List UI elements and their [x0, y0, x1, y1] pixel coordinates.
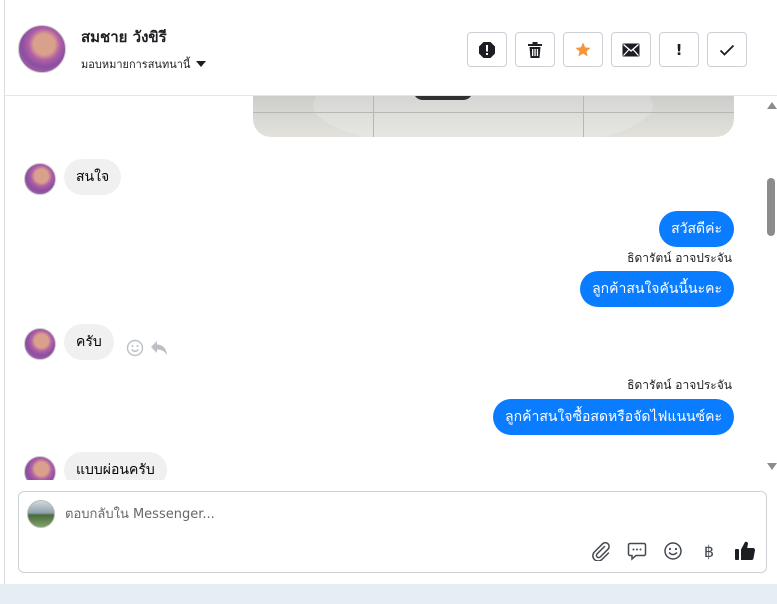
sender-name: ธิดารัตน์ อาจประจัน	[627, 378, 732, 392]
assign-label: มอบหมายการสนทนานี้	[81, 58, 191, 71]
trash-icon	[528, 41, 542, 58]
photo-sheen	[313, 96, 653, 137]
sender-avatar[interactable]	[24, 456, 56, 480]
header-actions: !	[467, 32, 747, 67]
message-thread[interactable]: สนใจ สวัสดีค่ะ ธิดารัตน์ อาจประจัน ลูกค้…	[5, 96, 777, 480]
page-avatar	[27, 500, 55, 528]
scroll-thumb[interactable]	[767, 178, 775, 236]
speech-bubble-icon	[627, 542, 647, 561]
floor-tile-line	[253, 112, 734, 113]
react-emoji-icon[interactable]	[126, 339, 144, 357]
message-bubble-incoming[interactable]: แบบผ่อนครับ	[64, 452, 167, 480]
saved-replies-button[interactable]	[626, 540, 648, 562]
baht-icon: ฿	[703, 541, 715, 561]
attach-button[interactable]	[590, 540, 612, 562]
thread-scrollbar[interactable]	[765, 96, 777, 480]
floor-tile-line	[373, 96, 374, 137]
reply-composer: ฿	[18, 491, 767, 573]
message-bubble-outgoing[interactable]: ลูกค้าสนใจซื้อสดหรือจัดไฟแนนซ์คะ	[493, 399, 734, 435]
conversation-header: สมชาย วังขิรี มอบหมายการสนทนานี้ !	[5, 0, 777, 96]
emoji-icon	[664, 542, 682, 560]
message-bubble-incoming[interactable]: สนใจ	[64, 159, 122, 195]
alert-octagon-icon	[479, 41, 495, 58]
spam-button[interactable]	[467, 32, 507, 67]
assign-conversation-dropdown[interactable]: มอบหมายการสนทนานี้	[81, 55, 207, 73]
page-footer-strip	[0, 584, 777, 604]
thumbs-up-icon	[735, 541, 756, 560]
envelope-icon	[622, 43, 640, 56]
sender-avatar[interactable]	[24, 328, 56, 360]
emoji-button[interactable]	[662, 540, 684, 562]
floor-tile-line	[583, 96, 584, 137]
sender-avatar[interactable]	[24, 163, 56, 195]
message-actions	[126, 339, 168, 357]
scroll-down-arrow-icon[interactable]	[767, 463, 777, 470]
follow-up-button[interactable]: !	[659, 32, 699, 67]
exclamation-icon: !	[675, 40, 683, 59]
like-button[interactable]	[734, 540, 756, 562]
star-icon	[575, 42, 591, 57]
reply-icon[interactable]	[150, 340, 168, 356]
payment-button[interactable]: ฿	[698, 540, 720, 562]
message-bubble-outgoing[interactable]: สวัสดีค่ะ	[659, 211, 734, 247]
star-button[interactable]	[563, 32, 603, 67]
scroll-up-arrow-icon[interactable]	[767, 102, 777, 109]
message-bubble-outgoing[interactable]: ลูกค้าสนใจคันนี้นะคะ	[580, 271, 734, 307]
caret-down-icon	[196, 61, 207, 67]
mark-done-button[interactable]	[707, 32, 747, 67]
sender-name: ธิดารัตน์ อาจประจัน	[627, 251, 732, 265]
message-bubble-incoming[interactable]: ครับ	[64, 324, 114, 360]
paperclip-icon	[592, 541, 610, 561]
composer-tools: ฿	[590, 540, 756, 562]
car-tire	[413, 96, 473, 100]
mark-unread-button[interactable]	[611, 32, 651, 67]
delete-button[interactable]	[515, 32, 555, 67]
check-icon	[719, 44, 735, 56]
contact-avatar[interactable]	[18, 25, 66, 73]
contact-name[interactable]: สมชาย วังขิรี	[81, 25, 167, 49]
reply-input[interactable]	[65, 503, 665, 525]
message-photo[interactable]	[253, 96, 734, 137]
messenger-panel: สมชาย วังขิรี มอบหมายการสนทนานี้ ! สนใจ …	[4, 0, 777, 584]
